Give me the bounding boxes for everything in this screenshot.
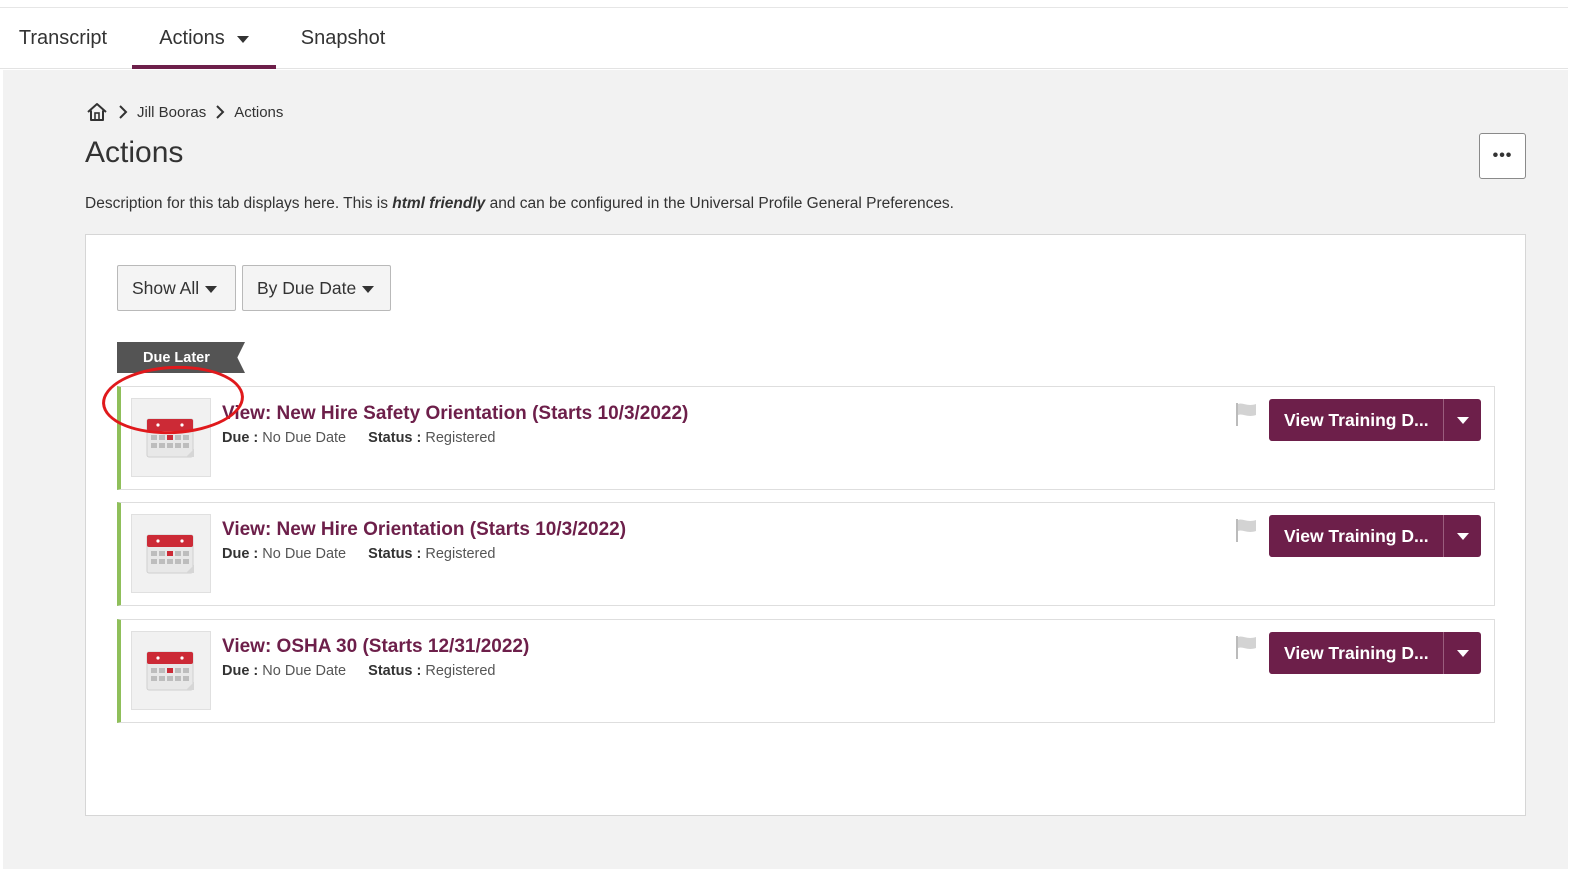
main-content: Jill Booras Actions Actions ••• Descript…	[3, 70, 1568, 869]
view-training-split-button: View Training D...	[1269, 515, 1481, 557]
due-label: Due :	[222, 663, 259, 679]
action-item: View: New Hire Safety Orientation (Start…	[117, 386, 1495, 490]
training-title-link[interactable]: View: OSHA 30 (Starts 12/31/2022)	[222, 636, 529, 658]
item-meta: Due : No Due Date Status : Registered	[222, 546, 496, 562]
breadcrumb-user-link[interactable]: Jill Booras	[137, 104, 206, 121]
page-title: Actions	[85, 136, 184, 169]
status-label: Status :	[368, 430, 422, 446]
due-value: No Due Date	[262, 663, 347, 679]
due-label: Due :	[222, 430, 259, 446]
chevron-right-icon	[109, 104, 137, 120]
view-training-menu-toggle[interactable]	[1443, 632, 1481, 674]
training-title-link[interactable]: View: New Hire Orientation (Starts 10/3/…	[222, 519, 626, 541]
caret-down-icon	[1456, 416, 1469, 424]
top-strip	[0, 0, 1568, 8]
chevron-right-icon	[206, 104, 234, 120]
show-all-dropdown[interactable]: Show All	[117, 265, 236, 311]
breadcrumb-current: Actions	[234, 103, 284, 121]
status-label: Status :	[368, 546, 422, 562]
description-text-end: and can be configured in the Universal P…	[485, 195, 954, 212]
status-value: Registered	[425, 546, 496, 562]
view-training-menu-toggle[interactable]	[1443, 399, 1481, 441]
item-meta: Due : No Due Date Status : Registered	[222, 663, 496, 679]
calendar-icon	[131, 514, 211, 593]
home-icon[interactable]	[85, 100, 109, 124]
sort-by-dropdown[interactable]: By Due Date	[242, 265, 391, 311]
status-value: Registered	[425, 663, 496, 679]
due-label: Due :	[222, 546, 259, 562]
flag-icon[interactable]	[1234, 517, 1258, 543]
view-training-button[interactable]: View Training D...	[1269, 399, 1443, 441]
tab-label: Actions	[159, 27, 225, 49]
actions-panel: Show All By Due Date Due Later View: New…	[85, 234, 1526, 816]
tab-label: Transcript	[18, 27, 108, 49]
flag-icon[interactable]	[1234, 634, 1258, 660]
flag-icon[interactable]	[1234, 401, 1258, 427]
caret-down-icon	[1456, 532, 1469, 540]
caret-down-icon	[205, 285, 218, 293]
more-options-button[interactable]: •••	[1479, 133, 1526, 179]
calendar-icon	[131, 398, 211, 477]
status-label: Status :	[368, 663, 422, 679]
action-item: View: New Hire Orientation (Starts 10/3/…	[117, 502, 1495, 606]
action-item: View: OSHA 30 (Starts 12/31/2022) Due : …	[117, 619, 1495, 723]
description-emphasis: html friendly	[392, 195, 486, 212]
view-training-menu-toggle[interactable]	[1443, 515, 1481, 557]
ellipsis-icon: •••	[1492, 147, 1513, 164]
view-training-button[interactable]: View Training D...	[1269, 632, 1443, 674]
dropdown-label: Show All	[132, 277, 200, 298]
view-training-button[interactable]: View Training D...	[1269, 515, 1443, 557]
due-value: No Due Date	[262, 430, 347, 446]
tab-label: Snapshot	[300, 27, 386, 49]
caret-down-icon	[362, 285, 375, 293]
tab-bar: Transcript Actions Snapshot	[0, 8, 1568, 69]
status-value: Registered	[425, 430, 496, 446]
caret-down-icon	[236, 36, 249, 43]
caret-down-icon	[1456, 649, 1469, 657]
dropdown-label: By Due Date	[257, 277, 357, 298]
view-training-split-button: View Training D...	[1269, 632, 1481, 674]
tab-description: Description for this tab displays here. …	[85, 195, 954, 213]
tab-actions[interactable]: Actions	[132, 8, 276, 69]
group-tag: Due Later	[117, 342, 245, 373]
description-text: Description for this tab displays here. …	[85, 195, 393, 212]
tab-transcript[interactable]: Transcript	[0, 8, 126, 69]
training-title-link[interactable]: View: New Hire Safety Orientation (Start…	[222, 403, 688, 425]
breadcrumb: Jill Booras Actions	[85, 100, 283, 124]
tab-snapshot[interactable]: Snapshot	[282, 8, 404, 69]
view-training-split-button: View Training D...	[1269, 399, 1481, 441]
due-value: No Due Date	[262, 546, 347, 562]
item-meta: Due : No Due Date Status : Registered	[222, 430, 496, 446]
calendar-icon	[131, 631, 211, 710]
